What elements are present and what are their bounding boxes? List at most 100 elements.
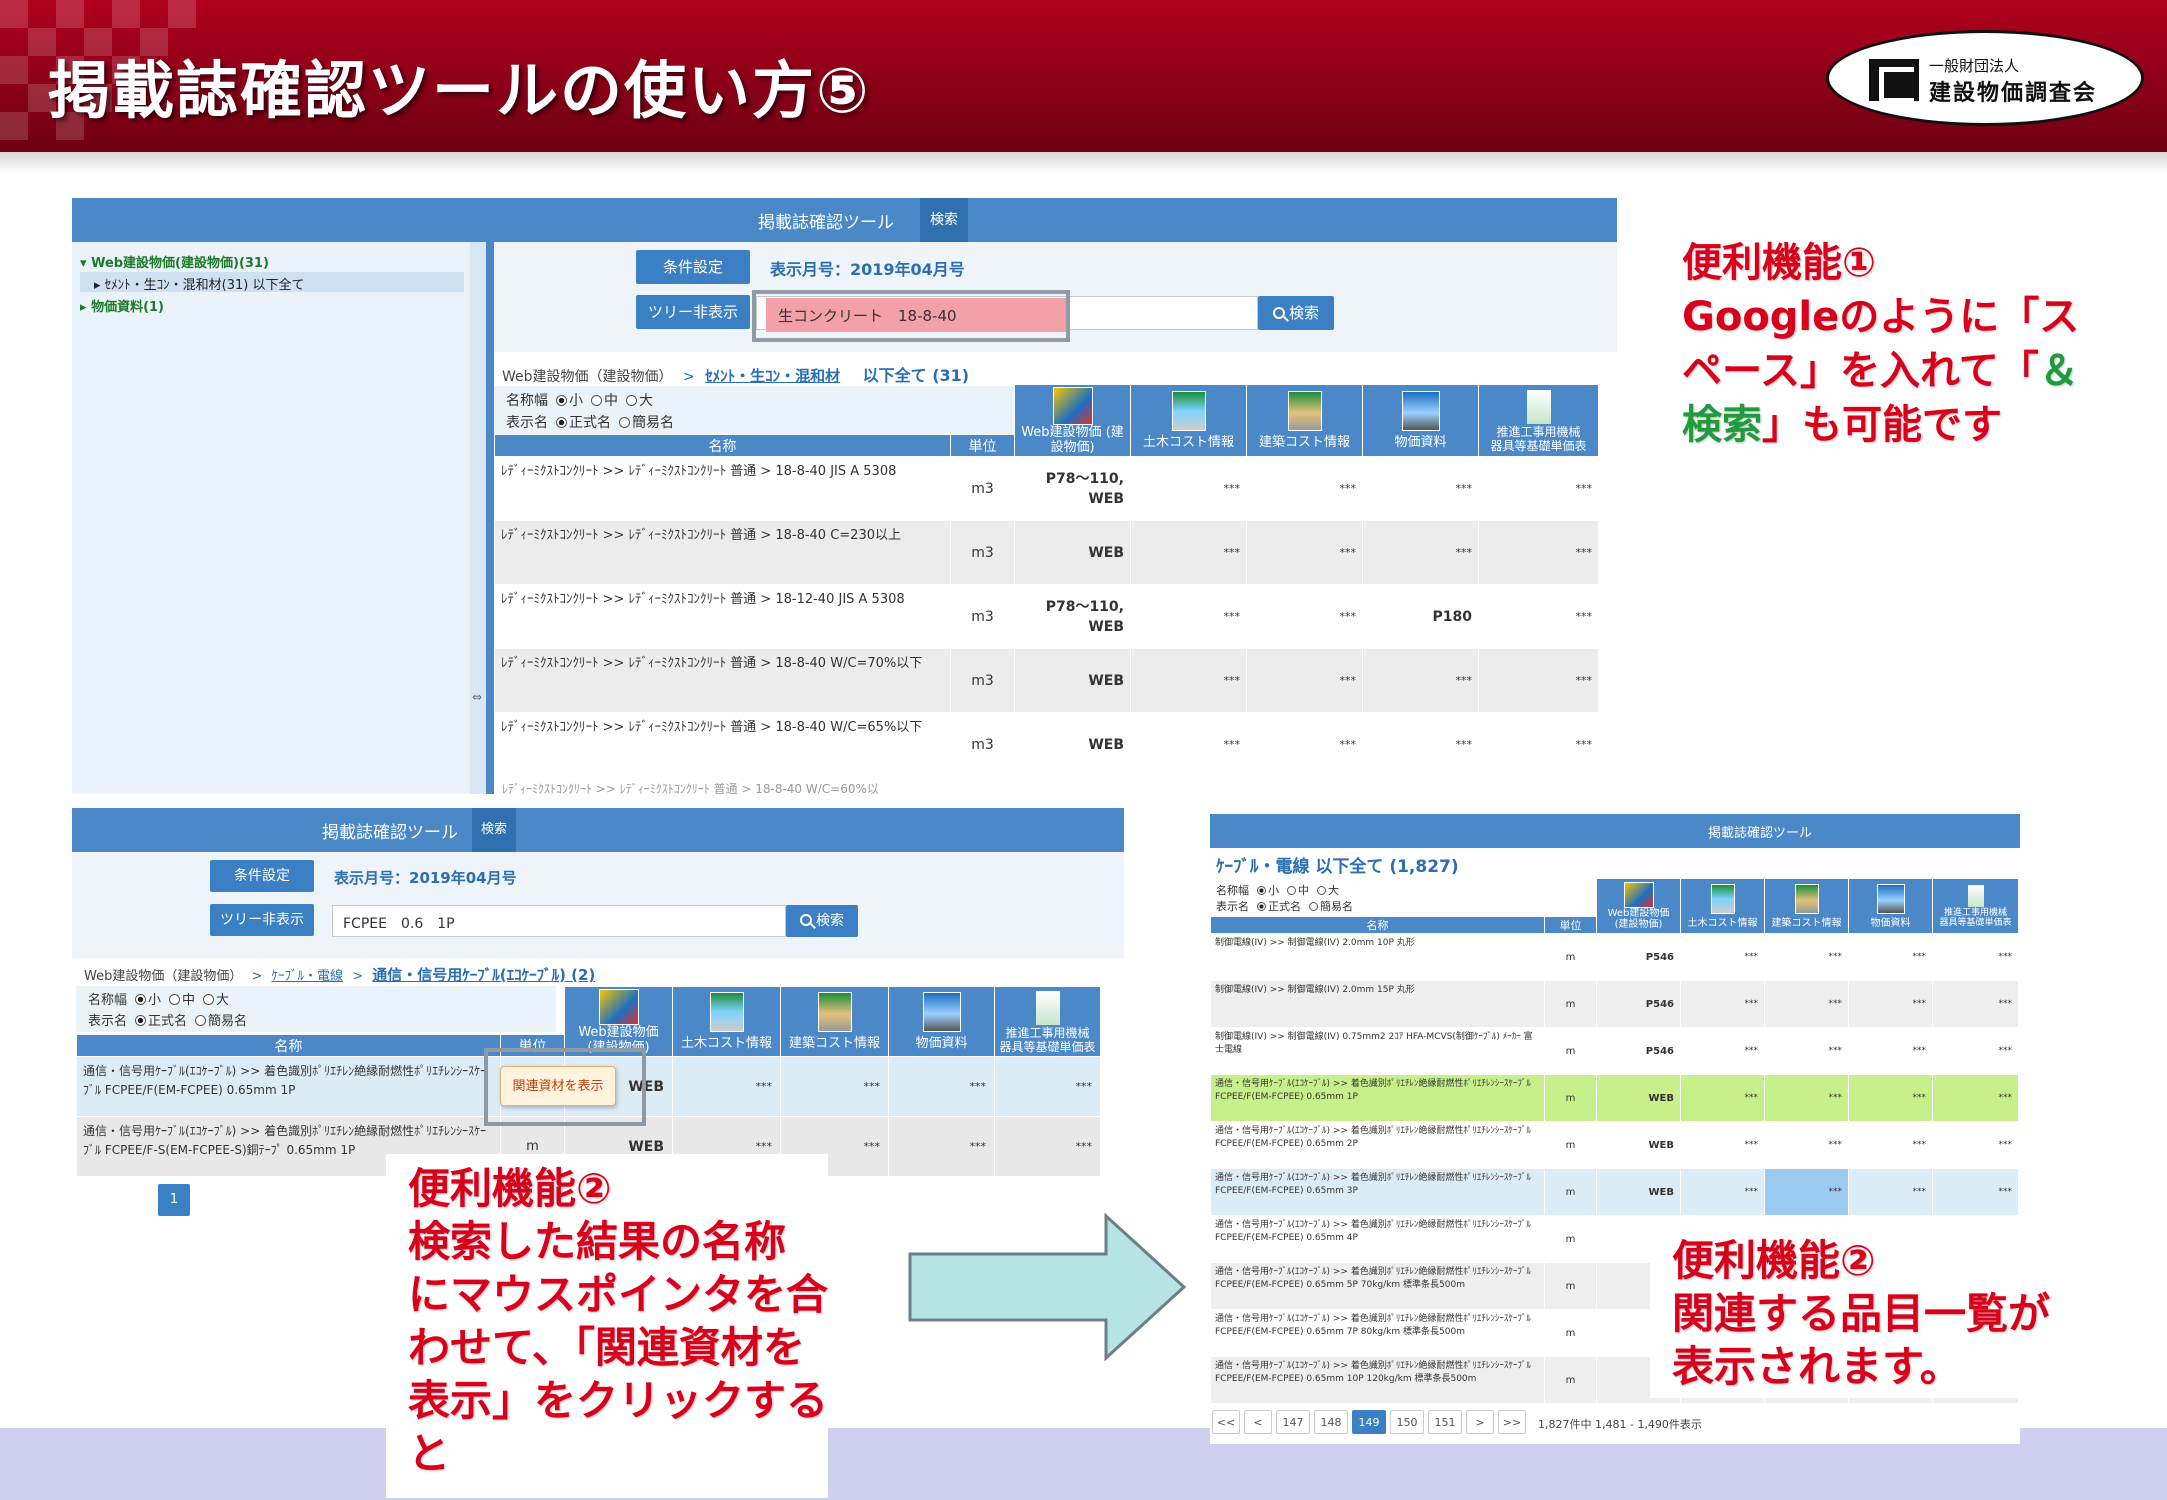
row-suishin-value: *** [1478, 456, 1599, 521]
breadcrumb-sep: > [352, 969, 364, 984]
table-row[interactable]: 制御電線(IV) >> 制御電線(IV) 0.75mm2 2ｺｱ HFA-MCV… [1210, 1027, 2019, 1075]
row-name[interactable]: 制御電線(IV) >> 制御電線(IV) 2.0mm 15P 丸形 [1210, 980, 1545, 1028]
pager-button[interactable]: 149 [1352, 1410, 1386, 1434]
row-name[interactable]: ﾚﾃﾞｨｰﾐｸｽﾄｺﾝｸﾘｰﾄ >> ﾚﾃﾞｨｰﾐｸｽﾄｺﾝｸﾘｰﾄ 普通 > … [494, 712, 951, 777]
pager-button[interactable]: 148 [1314, 1410, 1348, 1434]
row-pub-value: *** [1680, 980, 1765, 1028]
tool2-month-label: 表示月号：2019年04月号 [334, 869, 517, 887]
tool2-breadcrumb: Web建設物価（建設物価） > ｹｰﾌﾞﾙ・電線 > 通信・信号用ｹｰﾌﾞﾙ(ｴ… [84, 964, 595, 985]
tool1-search-tab[interactable]: 検索 [920, 198, 968, 242]
tree-root-node[interactable]: ▾ Web建設物価(建設物価)(31) [80, 252, 269, 271]
row-name[interactable]: 通信・信号用ｹｰﾌﾞﾙ(ｴｺｹｰﾌﾞﾙ) >> 着色識別ﾎﾟﾘｴﾁﾚﾝ絶縁耐燃性… [1210, 1121, 1545, 1169]
tool3-col-doboku-header: 土木コスト情報 [1680, 878, 1765, 934]
row-web-value: WEB [1014, 520, 1131, 585]
breadcrumb-root[interactable]: Web建設物価（建設物価） [84, 969, 242, 984]
row-suishin-value: *** [1478, 520, 1599, 585]
search-button[interactable]: 検索 [1258, 296, 1334, 330]
tool2-search-value: FCPEE 0.6 1P [343, 916, 455, 932]
table-row[interactable]: 通信・信号用ｹｰﾌﾞﾙ(ｴｺｹｰﾌﾞﾙ) >> 着色識別ﾎﾟﾘｴﾁﾚﾝ絶縁耐燃性… [1210, 1168, 2019, 1216]
row-unit: m3 [950, 712, 1015, 777]
row-unit: m [1544, 1027, 1597, 1075]
tree-toggle-button[interactable]: ツリー非表示 [636, 295, 750, 329]
row-name[interactable]: 通信・信号用ｹｰﾌﾞﾙ(ｴｺｹｰﾌﾞﾙ) >> 着色識別ﾎﾟﾘｴﾁﾚﾝ絶縁耐燃性… [1210, 1262, 1545, 1310]
related-materials-button[interactable]: 関連資材を表示 [500, 1066, 616, 1106]
row-web-value: WEB [1596, 1074, 1681, 1122]
tool3-col-kenchiku-header: 建築コスト情報 [1764, 878, 1849, 934]
pagination-page-1[interactable]: 1 [158, 1184, 190, 1216]
breadcrumb-category[interactable]: ｾﾒﾝﾄ・生ｺﾝ・混和材 [705, 367, 840, 385]
callout1-line4: 」も可能です [1762, 402, 2002, 448]
pager-button[interactable]: 147 [1276, 1410, 1310, 1434]
row-name[interactable]: 通信・信号用ｹｰﾌﾞﾙ(ｴｺｹｰﾌﾞﾙ) >> 着色識別ﾎﾟﾘｴﾁﾚﾝ絶縁耐燃性… [1210, 1168, 1545, 1216]
row-web-value: P78～110, WEB [1014, 456, 1131, 521]
table-row[interactable]: ﾚﾃﾞｨｰﾐｸｽﾄｺﾝｸﾘｰﾄ >> ﾚﾃﾞｨｰﾐｸｽﾄｺﾝｸﾘｰﾄ 普通 > … [494, 456, 1599, 521]
tool2-search-tab[interactable]: 検索 [472, 808, 516, 852]
tool2-col-doboku-header: 土木コスト情報 [672, 986, 781, 1057]
callout3-line3: 表示されます。 [1672, 1342, 1962, 1391]
table-row[interactable]: ﾚﾃﾞｨｰﾐｸｽﾄｺﾝｸﾘｰﾄ >> ﾚﾃﾞｨｰﾐｸｽﾄｺﾝｸﾘｰﾄ 普通 > … [494, 712, 1599, 777]
col-name-header: 名称 [494, 434, 951, 457]
header-bar: 掲載誌確認ツールの使い方⑤ 一般財団法人 建設物価調査会 [0, 0, 2167, 152]
callout1-line3: ペース」を入れて「 [1682, 348, 2039, 394]
tool2-title: 掲載誌確認ツール [322, 823, 458, 843]
condition-button[interactable]: 条件設定 [636, 250, 750, 284]
row-name[interactable]: 通信・信号用ｹｰﾌﾞﾙ(ｴｺｹｰﾌﾞﾙ) >> 着色識別ﾎﾟﾘｴﾁﾚﾝ絶縁耐燃性… [1210, 1309, 1545, 1357]
table-row[interactable]: 通信・信号用ｹｰﾌﾞﾙ(ｴｺｹｰﾌﾞﾙ) >> 着色識別ﾎﾟﾘｴﾁﾚﾝ絶縁耐燃性… [1210, 1074, 2019, 1122]
callout1-line2: Googleのように「ス [1682, 294, 2080, 340]
row-name[interactable]: 通信・信号用ｹｰﾌﾞﾙ(ｴｺｹｰﾌﾞﾙ) >> 着色識別ﾎﾟﾘｴﾁﾚﾝ絶縁耐燃性… [1210, 1074, 1545, 1122]
pager-button[interactable]: << [1212, 1410, 1240, 1434]
table-row[interactable]: ﾚﾃﾞｨｰﾐｸｽﾄｺﾝｸﾘｰﾄ >> ﾚﾃﾞｨｰﾐｸｽﾄｺﾝｸﾘｰﾄ 普通 > … [494, 584, 1599, 649]
tool2-tree-toggle-button[interactable]: ツリー非表示 [210, 904, 314, 936]
table-row[interactable]: ﾚﾃﾞｨｰﾐｸｽﾄｺﾝｸﾘｰﾄ >> ﾚﾃﾞｨｰﾐｸｽﾄｺﾝｸﾘｰﾄ 普通 > … [494, 648, 1599, 713]
callout2-line5: 表示」をクリックする [408, 1376, 829, 1425]
row-name[interactable]: 通信・信号用ｹｰﾌﾞﾙ(ｴｺｹｰﾌﾞﾙ) >> 着色識別ﾎﾟﾘｴﾁﾚﾝ絶縁耐燃性… [1210, 1356, 1545, 1404]
tool1-splitter[interactable]: ⇔ [470, 242, 486, 794]
pager-button[interactable]: > [1466, 1410, 1494, 1434]
breadcrumb-subcategory[interactable]: 通信・信号用ｹｰﾌﾞﾙ(ｴｺｹｰﾌﾞﾙ) (2) [372, 966, 595, 984]
row-pub-value: *** [1932, 1027, 2019, 1075]
row-pub-value: *** [1848, 980, 1933, 1028]
table-row[interactable]: 制御電線(IV) >> 制御電線(IV) 2.0mm 15P 丸形 m P546 **… [1210, 980, 2019, 1028]
callout2-line2: 検索した結果の名称 [408, 1217, 787, 1266]
row-name[interactable]: ﾚﾃﾞｨｰﾐｸｽﾄｺﾝｸﾘｰﾄ >> ﾚﾃﾞｨｰﾐｸｽﾄｺﾝｸﾘｰﾄ 普通 > … [494, 648, 951, 713]
tree-child-node[interactable]: ▸ ｾﾒﾝﾄ・生ｺﾝ・混和材(31) 以下全て [94, 274, 305, 293]
row-name[interactable]: 通信・信号用ｹｰﾌﾞﾙ(ｴｺｹｰﾌﾞﾙ) >> 着色識別ﾎﾟﾘｴﾁﾚﾝ絶縁耐燃性… [76, 1056, 501, 1117]
table-row[interactable]: 制御電線(IV) >> 制御電線(IV) 2.0mm 10P 丸形 m P546 **… [1210, 933, 2019, 981]
tool2-search-input[interactable]: FCPEE 0.6 1P [332, 905, 786, 937]
row-name[interactable]: ﾚﾃﾞｨｰﾐｸｽﾄｺﾝｸﾘｰﾄ >> ﾚﾃﾞｨｰﾐｸｽﾄｺﾝｸﾘｰﾄ 普通 > … [494, 456, 951, 521]
breadcrumb-category[interactable]: ｹｰﾌﾞﾙ・電線 [272, 969, 344, 984]
breadcrumb-root[interactable]: Web建設物価（建設物価） [502, 369, 673, 385]
pager-button[interactable]: >> [1498, 1410, 1526, 1434]
row-kenchiku-value: *** [1246, 456, 1363, 521]
tool3-col-name-header: 名称 [1210, 916, 1545, 934]
row-pub-value: *** [1848, 1121, 1933, 1169]
row-pub-value: *** [1932, 933, 2019, 981]
row-pub-value: *** [1680, 1168, 1765, 1216]
tool2-search-button[interactable]: 検索 [786, 905, 858, 937]
row-doboku-value: *** [1130, 648, 1247, 713]
search-icon [1272, 307, 1285, 319]
row-name[interactable]: 制御電線(IV) >> 制御電線(IV) 2.0mm 10P 丸形 [1210, 933, 1545, 981]
row-name[interactable]: 制御電線(IV) >> 制御電線(IV) 0.75mm2 2ｺｱ HFA-MCV… [1210, 1027, 1545, 1075]
book-cover-icon [1401, 391, 1440, 431]
table-row[interactable]: ﾚﾃﾞｨｰﾐｸｽﾄｺﾝｸﾘｰﾄ >> ﾚﾃﾞｨｰﾐｸｽﾄｺﾝｸﾘｰﾄ 普通 > … [494, 520, 1599, 585]
slide: 掲載誌確認ツールの使い方⑤ 一般財団法人 建設物価調査会 掲載誌確認ツール 検索… [0, 0, 2167, 1500]
tool2-condition-button[interactable]: 条件設定 [210, 860, 314, 892]
row-pub-value: *** [1680, 1121, 1765, 1169]
row-pub-value: *** [1680, 1074, 1765, 1122]
table-row[interactable]: 通信・信号用ｹｰﾌﾞﾙ(ｴｺｹｰﾌﾞﾙ) >> 着色識別ﾎﾟﾘｴﾁﾚﾝ絶縁耐燃性… [1210, 1121, 2019, 1169]
book-cover-icon [1052, 386, 1093, 425]
row-name[interactable]: ﾚﾃﾞｨｰﾐｸｽﾄｺﾝｸﾘｰﾄ >> ﾚﾃﾞｨｰﾐｸｽﾄｺﾝｸﾘｰﾄ 普通 > … [494, 520, 951, 585]
row-name[interactable]: ﾚﾃﾞｨｰﾐｸｽﾄｺﾝｸﾘｰﾄ >> ﾚﾃﾞｨｰﾐｸｽﾄｺﾝｸﾘｰﾄ 普通 > … [494, 584, 951, 649]
search-input-highlight: 生コンクリート 18-8-40 [766, 298, 1066, 332]
row-name[interactable]: 通信・信号用ｹｰﾌﾞﾙ(ｴｺｹｰﾌﾞﾙ) >> 着色識別ﾎﾟﾘｴﾁﾚﾝ絶縁耐燃性… [1210, 1215, 1545, 1263]
callout2-line4: わせて、「関連資材を [408, 1323, 805, 1372]
row-pub-value: *** [1764, 933, 1849, 981]
pager-button[interactable]: 151 [1428, 1410, 1462, 1434]
pager-button[interactable]: < [1244, 1410, 1272, 1434]
callout3-line2: 関連する品目一覧が [1672, 1289, 2051, 1338]
row-bukka-value: *** [888, 1116, 995, 1177]
tree-other-node[interactable]: ▸ 物価資料(1) [80, 296, 164, 315]
row-doboku-value: *** [1130, 520, 1247, 585]
pager-button[interactable]: 150 [1390, 1410, 1424, 1434]
